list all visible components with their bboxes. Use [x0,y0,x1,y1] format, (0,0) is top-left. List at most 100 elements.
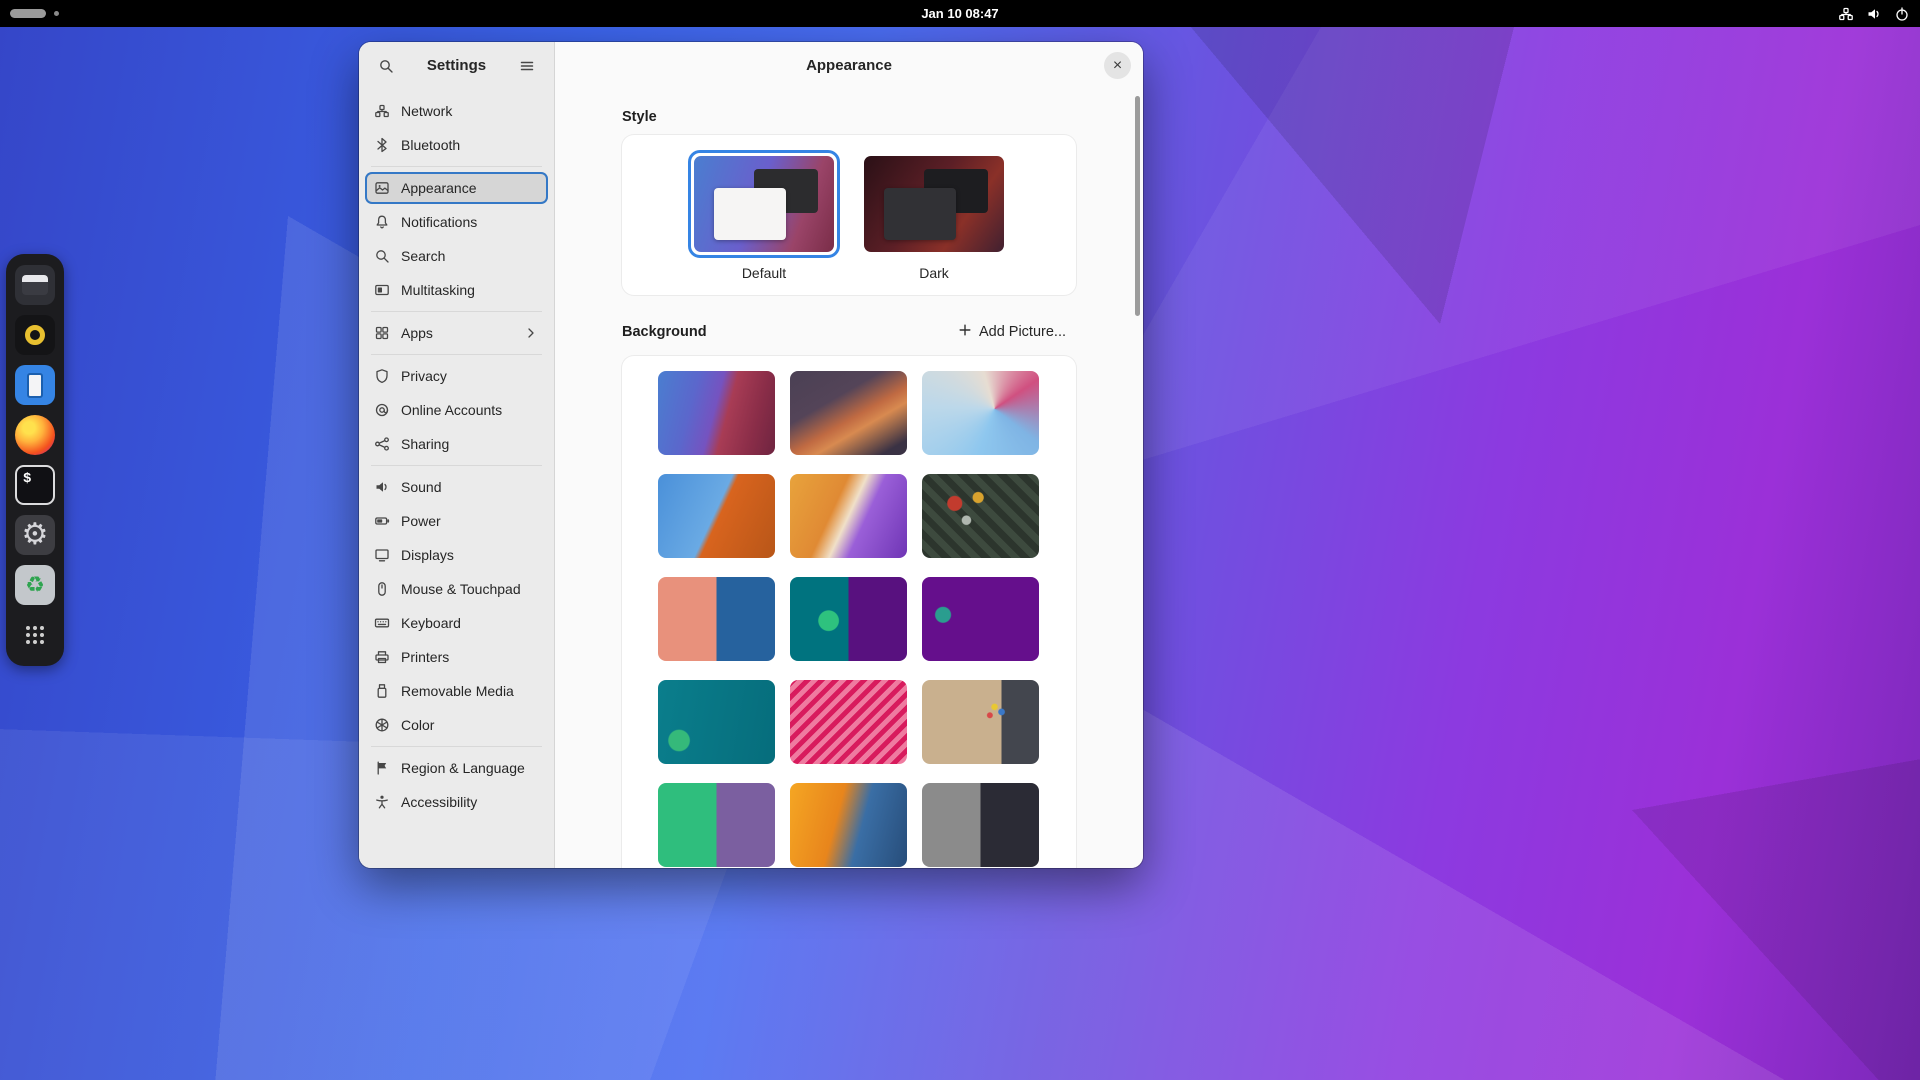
recycle-icon: ♻ [25,574,45,596]
wallpaper-thumbnail-tan-pixels[interactable] [922,680,1039,764]
sidebar-item-search[interactable]: Search [365,240,548,272]
sidebar-item-notifications[interactable]: Notifications [365,206,548,238]
wallpaper-thumbnail-dark-mosaic-blocks[interactable] [922,474,1039,558]
sidebar-item-label: Power [401,513,539,529]
sidebar-item-appearance[interactable]: Appearance [365,172,548,204]
appearance-icon [374,180,390,196]
add-picture-button[interactable]: Add Picture... [948,317,1076,347]
status-area[interactable] [1838,0,1910,27]
dock-icon-media[interactable] [15,315,55,355]
chevron-right-icon [523,325,539,341]
dock-icon-firefox[interactable] [15,415,55,455]
sidebar-item-network[interactable]: Network [365,95,548,127]
volume-icon [1866,6,1882,22]
wallpaper-thumbnail-green-purple-split[interactable] [658,783,775,867]
sidebar-item-label: Region & Language [401,760,539,776]
apps-icon [374,325,390,341]
style-preview-frame [858,150,1010,258]
sidebar-item-label: Network [401,103,539,119]
wallpaper-thumbnail-amber-purple-fold[interactable] [790,474,907,558]
wallpaper-thumbnail-swirl-blue-pink[interactable] [922,371,1039,455]
search-button[interactable] [371,51,401,81]
dock-icon-software[interactable]: ♻ [15,565,55,605]
sidebar-item-label: Printers [401,649,539,665]
dock-icon-settings[interactable]: ⚙ [15,515,55,555]
sidebar-item-label: Removable Media [401,683,539,699]
style-card: Default Dark [622,135,1076,295]
scrollbar[interactable] [1135,96,1140,316]
app-grid-dots [26,626,44,644]
sidebar-item-displays[interactable]: Displays [365,539,548,571]
background-card [622,356,1076,868]
sidebar-item-region-language[interactable]: Region & Language [365,752,548,784]
wallpaper-thumbnail-salmon-blue-split[interactable] [658,577,775,661]
sidebar-item-removable-media[interactable]: Removable Media [365,675,548,707]
notifications-icon [374,214,390,230]
background-section-title: Background [622,324,707,340]
sidebar-separator [371,465,542,466]
sidebar-item-label: Apps [401,325,512,341]
wallpaper-thumbnail-pink-maze[interactable] [790,680,907,764]
sidebar-item-multitasking[interactable]: Multitasking [365,274,548,306]
sidebar-item-online-accounts[interactable]: Online Accounts [365,394,548,426]
style-option-label: Dark [919,265,949,281]
accessibility-icon [374,794,390,810]
dock-icon-files[interactable] [15,265,55,305]
close-button[interactable]: × [1104,52,1131,79]
sidebar-item-label: Notifications [401,214,539,230]
sidebar-item-printers[interactable]: Printers [365,641,548,673]
multitasking-icon [374,282,390,298]
hamburger-menu-button[interactable] [512,51,542,81]
wallpaper-thumbnail-dark-orange-abstract[interactable] [790,371,907,455]
style-option-default[interactable]: Default [688,150,840,281]
wallpaper-thumbnail-blue-orange-drips[interactable] [658,474,775,558]
sidebar-item-bluetooth[interactable]: Bluetooth [365,129,548,161]
style-preview-default [694,156,834,252]
plus-icon [958,323,972,341]
wallpaper-thumbnail-teal-leaf[interactable] [658,680,775,764]
sidebar-item-mouse-touchpad[interactable]: Mouse & Touchpad [365,573,548,605]
settings-window: Settings NetworkBluetoothAppearanceNotif… [359,42,1143,868]
sidebar-item-privacy[interactable]: Privacy [365,360,548,392]
clock[interactable]: Jan 10 08:47 [0,0,1920,27]
appearance-content: Style DefaultDark Background Add Picture… [555,89,1143,868]
sidebar-separator [371,311,542,312]
style-option-dark[interactable]: Dark [858,150,1010,281]
sidebar-item-label: Mouse & Touchpad [401,581,539,597]
sidebar-item-power[interactable]: Power [365,505,548,537]
sidebar-item-keyboard[interactable]: Keyboard [365,607,548,639]
preview-window-front [884,188,956,240]
wallpaper-grid [658,371,1040,867]
removable-media-icon [374,683,390,699]
wallpaper-thumbnail-teal-purple-leaf[interactable] [790,577,907,661]
sidebar-item-sound[interactable]: Sound [365,471,548,503]
network-icon [1838,6,1854,22]
style-option-label: Default [742,265,786,281]
sidebar-item-label: Bluetooth [401,137,539,153]
sharing-icon [374,436,390,452]
wallpaper-thumbnail-orange-blue-knit[interactable] [790,783,907,867]
settings-main-panel: Appearance × Style DefaultDark Backgroun… [555,42,1143,868]
dock-icon-appgrid[interactable] [15,615,55,655]
bluetooth-icon [374,137,390,153]
sidebar-item-apps[interactable]: Apps [365,317,548,349]
wallpaper-thumbnail-purple-leaf[interactable] [922,577,1039,661]
sidebar-item-label: Displays [401,547,539,563]
network-icon [374,103,390,119]
dock-icon-terminal[interactable]: $ [15,465,55,505]
sidebar-item-label: Multitasking [401,282,539,298]
online-accounts-icon [374,402,390,418]
privacy-icon [374,368,390,384]
sidebar-item-label: Privacy [401,368,539,384]
sidebar-item-accessibility[interactable]: Accessibility [365,786,548,818]
sidebar-item-label: Accessibility [401,794,539,810]
color-icon [374,717,390,733]
wallpaper-thumbnail-blue-red-crystals[interactable] [658,371,775,455]
sidebar-item-sharing[interactable]: Sharing [365,428,548,460]
sidebar-item-label: Sharing [401,436,539,452]
mobile-glyph [27,373,43,398]
dock: $ ⚙ ♻ [6,254,64,666]
wallpaper-thumbnail-gray-dark-split[interactable] [922,783,1039,867]
dock-icon-mobile[interactable] [15,365,55,405]
sidebar-item-color[interactable]: Color [365,709,548,741]
